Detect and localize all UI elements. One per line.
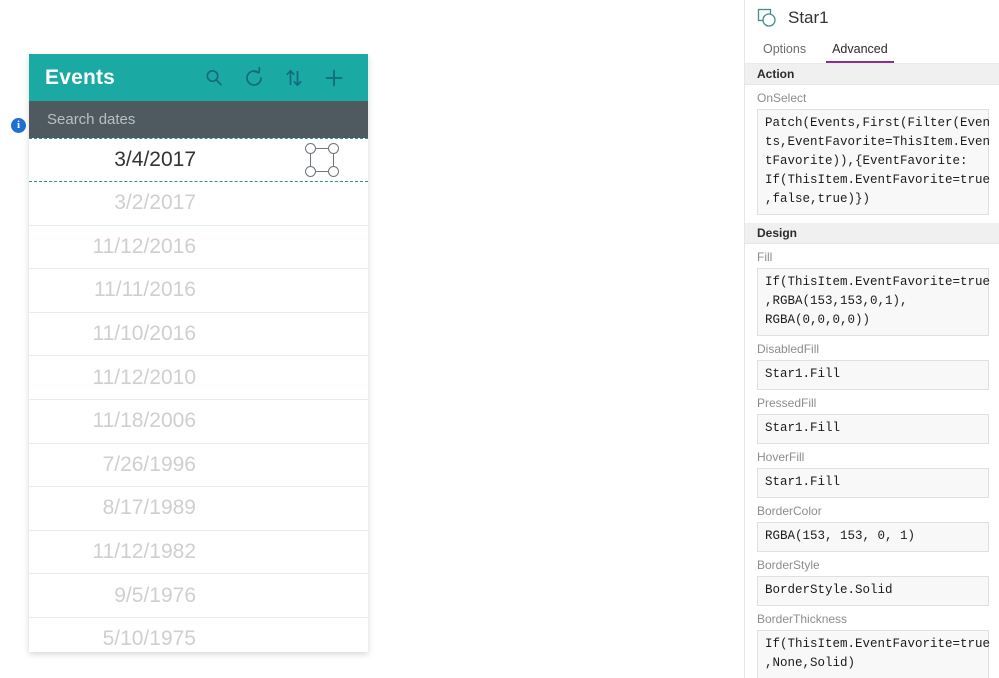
formula-input[interactable]: Patch(Events,First(Filter(Even ts,EventF… — [757, 109, 990, 215]
section-header: Action — [745, 64, 999, 85]
formula-input[interactable]: If(ThisItem.EventFavorite=true ,RGBA(153… — [757, 268, 990, 336]
gallery-row[interactable]: 3/4/2017 — [29, 138, 368, 182]
row-date: 11/18/2006 — [92, 409, 196, 433]
panel-tabs: Options Advanced — [745, 36, 999, 64]
control-name: Star1 — [788, 8, 829, 27]
row-date: 5/10/1975 — [102, 627, 196, 651]
panel-title-row: Star1 — [745, 0, 999, 36]
row-date: 11/11/2016 — [94, 278, 196, 302]
formula-input[interactable]: Star1.Fill — [757, 360, 989, 390]
property-label: HoverFill — [757, 450, 805, 464]
search-input[interactable]: Search dates — [29, 101, 368, 138]
property-label: BorderStyle — [757, 558, 820, 572]
properties-panel: Star1 Options Advanced Action OnSelect Patc… — [744, 0, 999, 678]
property-row: DisabledFill Star1.Fill — [745, 336, 999, 390]
formula-input[interactable]: If(ThisItem.EventFavorite=true ,None,Sol… — [757, 630, 990, 678]
shape-control-icon — [757, 8, 776, 27]
gallery-row[interactable]: 11/12/1982 — [29, 530, 368, 575]
property-row: BorderThickness If(ThisItem.EventFavorite… — [745, 606, 999, 678]
row-date: 8/17/1989 — [102, 496, 196, 520]
info-glyph: i — [16, 119, 21, 131]
row-date: 11/12/2016 — [92, 234, 196, 258]
add-icon[interactable] — [314, 58, 354, 98]
section-header: Design — [745, 223, 999, 244]
gallery-row[interactable]: 11/10/2016 — [29, 312, 368, 357]
panel-body: Action OnSelect Patch(Events,First(Filter(… — [745, 64, 999, 678]
row-date: 3/2/2017 — [114, 191, 196, 215]
row-date: 9/5/1976 — [114, 583, 196, 607]
gallery-row[interactable]: 8/17/1989 — [29, 487, 368, 531]
property-row: BorderStyle BorderStyle.Solid — [745, 552, 999, 606]
sort-icon[interactable] — [274, 58, 314, 98]
gallery-row[interactable]: 11/12/2010 — [29, 356, 368, 400]
gallery-row[interactable]: 11/12/2016 — [29, 225, 368, 270]
property-row: BorderColor RGBA(153, 153, 0, 1) — [745, 498, 999, 552]
property-label: DisabledFill — [757, 342, 820, 356]
formula-input[interactable]: Star1.Fill — [757, 468, 989, 498]
property-label: BorderThickness — [757, 612, 848, 626]
formula-input[interactable]: RGBA(153, 153, 0, 1) — [757, 522, 989, 552]
formula-input[interactable]: BorderStyle.Solid — [757, 576, 989, 606]
row-date: 7/26/1996 — [102, 452, 196, 476]
property-label: PressedFill — [757, 396, 817, 410]
gallery-title: Events — [45, 65, 116, 89]
search-placeholder: Search dates — [47, 111, 136, 128]
property-label: OnSelect — [757, 91, 807, 105]
gallery-row[interactable]: 5/10/1975 — [29, 617, 368, 652]
tab-options[interactable]: Options — [757, 42, 812, 63]
refresh-icon[interactable] — [234, 58, 274, 98]
gallery-row[interactable]: 11/18/2006 — [29, 399, 368, 444]
search-icon[interactable] — [194, 58, 234, 98]
gallery-row[interactable]: 3/2/2017 — [29, 182, 368, 226]
gallery-row[interactable]: 7/26/1996 — [29, 443, 368, 488]
gallery-header: Events — [29, 54, 368, 101]
formula-input[interactable]: Star1.Fill — [757, 414, 989, 444]
app-canvas: i Events Search dates 3/4/2017 3/2/2017 … — [0, 0, 744, 678]
tab-advanced[interactable]: Advanced — [826, 42, 894, 63]
property-label: Fill — [757, 250, 773, 264]
row-date: 11/10/2016 — [92, 322, 196, 346]
info-icon[interactable]: i — [11, 118, 26, 133]
property-row: HoverFill Star1.Fill — [745, 444, 999, 498]
row-date: 11/12/2010 — [92, 365, 196, 389]
events-gallery[interactable]: Events Search dates 3/4/2017 3/2/2017 11… — [29, 54, 368, 652]
property-row: Fill If(ThisItem.EventFavorite=true ,RGBA… — [745, 244, 999, 336]
property-row: OnSelect Patch(Events,First(Filter(Even t… — [745, 85, 999, 215]
property-label: BorderColor — [757, 504, 822, 518]
row-date: 11/12/1982 — [92, 540, 196, 564]
gallery-row[interactable]: 9/5/1976 — [29, 574, 368, 618]
gallery-row[interactable]: 11/11/2016 — [29, 269, 368, 313]
row-date: 3/4/2017 — [114, 148, 196, 171]
gallery-rows: 3/4/2017 3/2/2017 11/12/2016 11/11/2016 11/1… — [29, 138, 368, 652]
selected-star-control[interactable] — [305, 143, 339, 177]
property-row: PressedFill Star1.Fill — [745, 390, 999, 444]
